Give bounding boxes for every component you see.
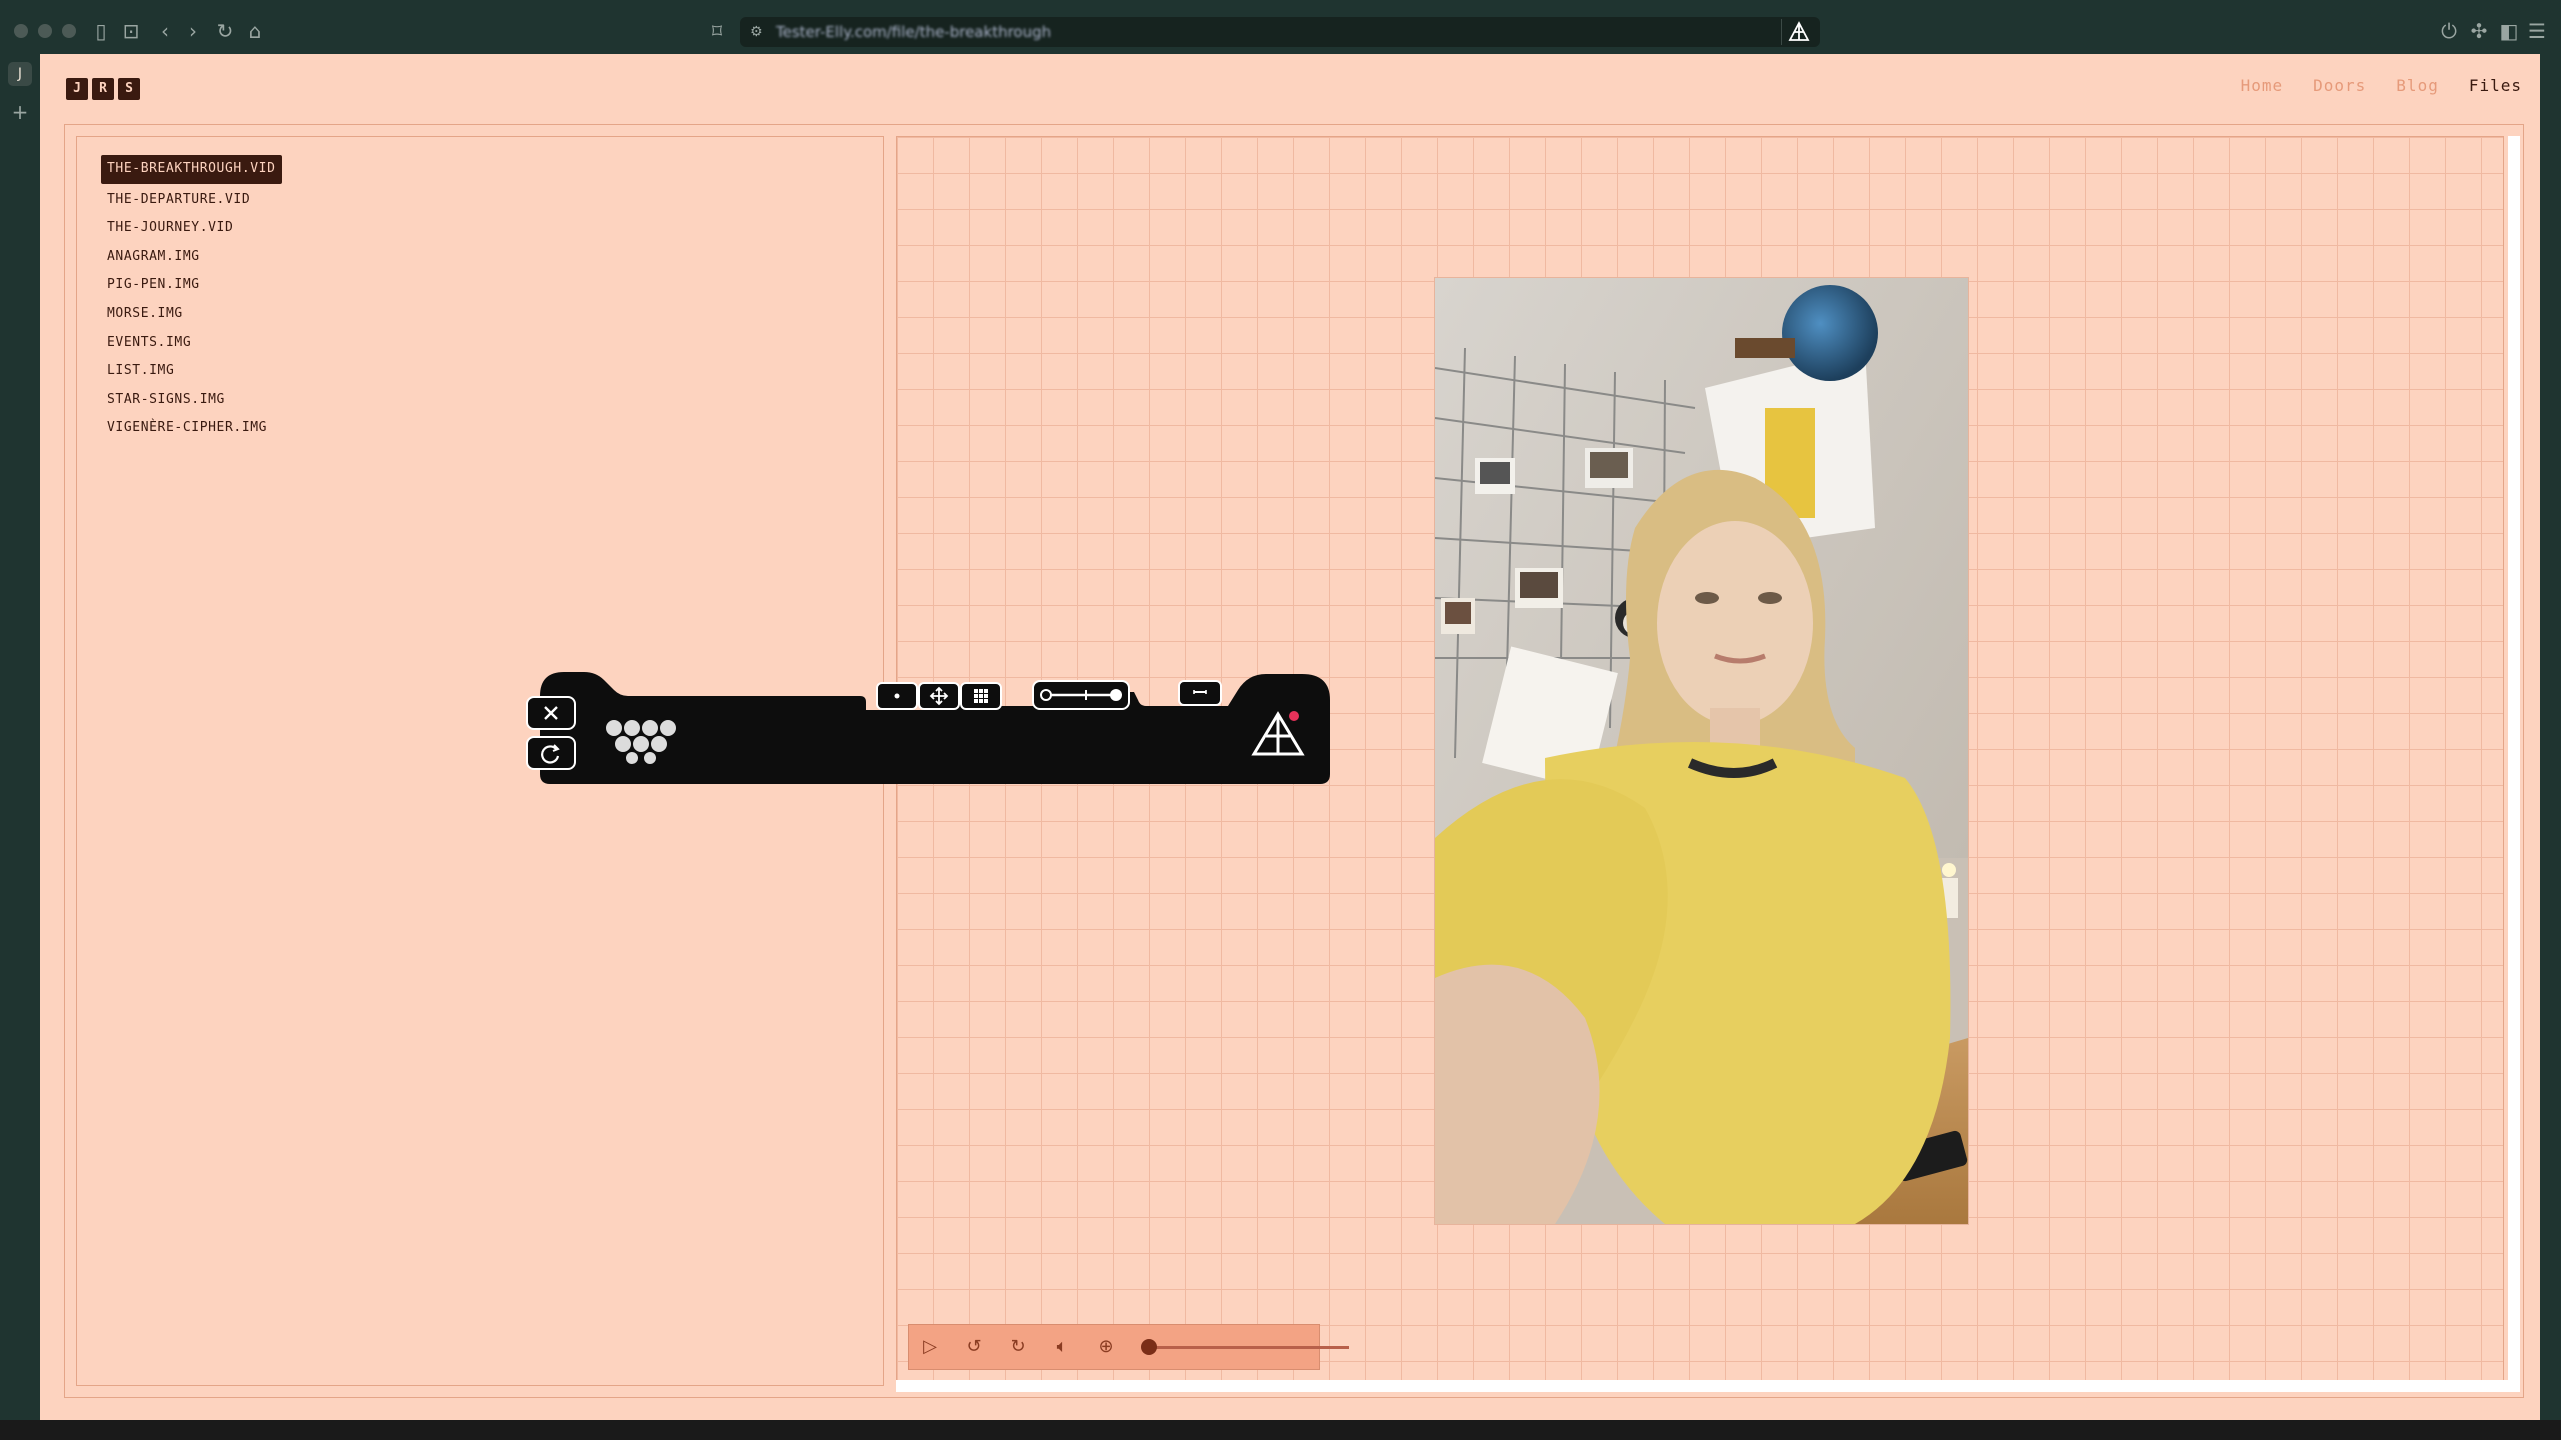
refresh-icon[interactable] [526, 736, 576, 770]
dot-icon[interactable] [876, 682, 918, 710]
grid-icon[interactable] [960, 682, 1002, 710]
new-tab-button[interactable]: + [8, 100, 32, 124]
seek-bar[interactable] [1149, 1346, 1349, 1349]
media-controls: ▷ ↺ ↻ 🔈︎ ⊕ [908, 1324, 1349, 1370]
address-bar[interactable]: ⚙ Tester-Elly.com/file/the-breakthrough [740, 17, 1820, 47]
back-icon[interactable]: ‹ [150, 16, 180, 46]
minimize-icon[interactable] [1178, 680, 1222, 706]
triangle-logo-icon[interactable] [1248, 708, 1308, 762]
video-frame[interactable] [1435, 278, 1968, 1224]
file-item[interactable]: THE-BREAKTHROUGH.VID [101, 155, 282, 184]
floating-toolbar [526, 670, 1334, 786]
extension-icon[interactable] [1781, 19, 1816, 45]
menu-icon[interactable]: ☰ [2522, 16, 2552, 46]
file-item[interactable]: THE-JOURNEY.VID [101, 214, 282, 243]
nav-blog[interactable]: Blog [2396, 76, 2439, 95]
browser-bottom-edge [0, 1420, 2561, 1440]
file-item[interactable]: LIST.IMG [101, 357, 282, 386]
browser-sidebar [0, 54, 40, 1420]
file-item[interactable]: THE-DEPARTURE.VID [101, 186, 282, 215]
bookmark-icon[interactable]: ⌑ [702, 16, 732, 46]
forward-icon[interactable]: ↻ [1003, 1332, 1033, 1362]
play-icon[interactable]: ▷ [915, 1332, 945, 1362]
file-list: THE-BREAKTHROUGH.VID THE-DEPARTURE.VID T… [101, 155, 282, 443]
nav-files[interactable]: Files [2469, 76, 2522, 95]
nav-home[interactable]: Home [2241, 76, 2284, 95]
close-icon[interactable] [526, 696, 576, 730]
file-item[interactable]: EVENTS.IMG [101, 329, 282, 358]
zoom-icon[interactable]: ⊕ [1091, 1332, 1121, 1362]
space-avatar[interactable]: J [8, 62, 32, 86]
file-item[interactable]: ANAGRAM.IMG [101, 243, 282, 272]
nav-doors[interactable]: Doors [2313, 76, 2366, 95]
extensions-icon[interactable]: ✣ [2464, 16, 2494, 46]
power-icon[interactable]: ⏻ [2434, 16, 2464, 46]
move-icon[interactable] [918, 682, 960, 710]
window-zoom-dot[interactable] [62, 24, 76, 38]
file-item[interactable]: MORSE.IMG [101, 300, 282, 329]
file-item[interactable]: VIGENÈRE-CIPHER.IMG [101, 414, 282, 443]
viewer-scroll-edge [2508, 136, 2520, 1392]
site-settings-icon[interactable]: ⚙ [750, 17, 763, 47]
slider-icon[interactable] [1032, 680, 1130, 710]
tab-overview-icon[interactable]: ⊡ [116, 16, 146, 46]
logo-letter: J [66, 78, 88, 100]
hex-cluster-icon [600, 710, 686, 766]
rewind-icon[interactable]: ↺ [959, 1332, 989, 1362]
window-close-dot[interactable] [14, 24, 28, 38]
main-nav: Home Doors Blog Files [2241, 76, 2522, 95]
site-logo[interactable]: J R S [66, 78, 140, 100]
reload-icon[interactable]: ↻ [210, 16, 240, 46]
home-icon[interactable]: ⌂ [240, 16, 270, 46]
seek-thumb[interactable] [1141, 1339, 1157, 1355]
sidebar-toggle-icon[interactable]: ▯ [86, 16, 116, 46]
file-item[interactable]: STAR-SIGNS.IMG [101, 386, 282, 415]
split-view-icon[interactable]: ◧ [2494, 16, 2524, 46]
browser-titlebar: ▯ ⊡ ‹ › ↻ ⌂ ⌑ ⚙ Tester-Elly.com/file/the… [0, 0, 2561, 54]
logo-letter: S [118, 78, 140, 100]
volume-icon[interactable]: 🔈︎ [1047, 1332, 1077, 1362]
window-minimize-dot[interactable] [38, 24, 52, 38]
forward-icon[interactable]: › [178, 16, 208, 46]
url-text[interactable]: Tester-Elly.com/file/the-breakthrough [776, 17, 1051, 47]
viewer-scroll-edge-bottom [896, 1380, 2520, 1392]
logo-letter: R [92, 78, 114, 100]
file-item[interactable]: PIG-PEN.IMG [101, 271, 282, 300]
